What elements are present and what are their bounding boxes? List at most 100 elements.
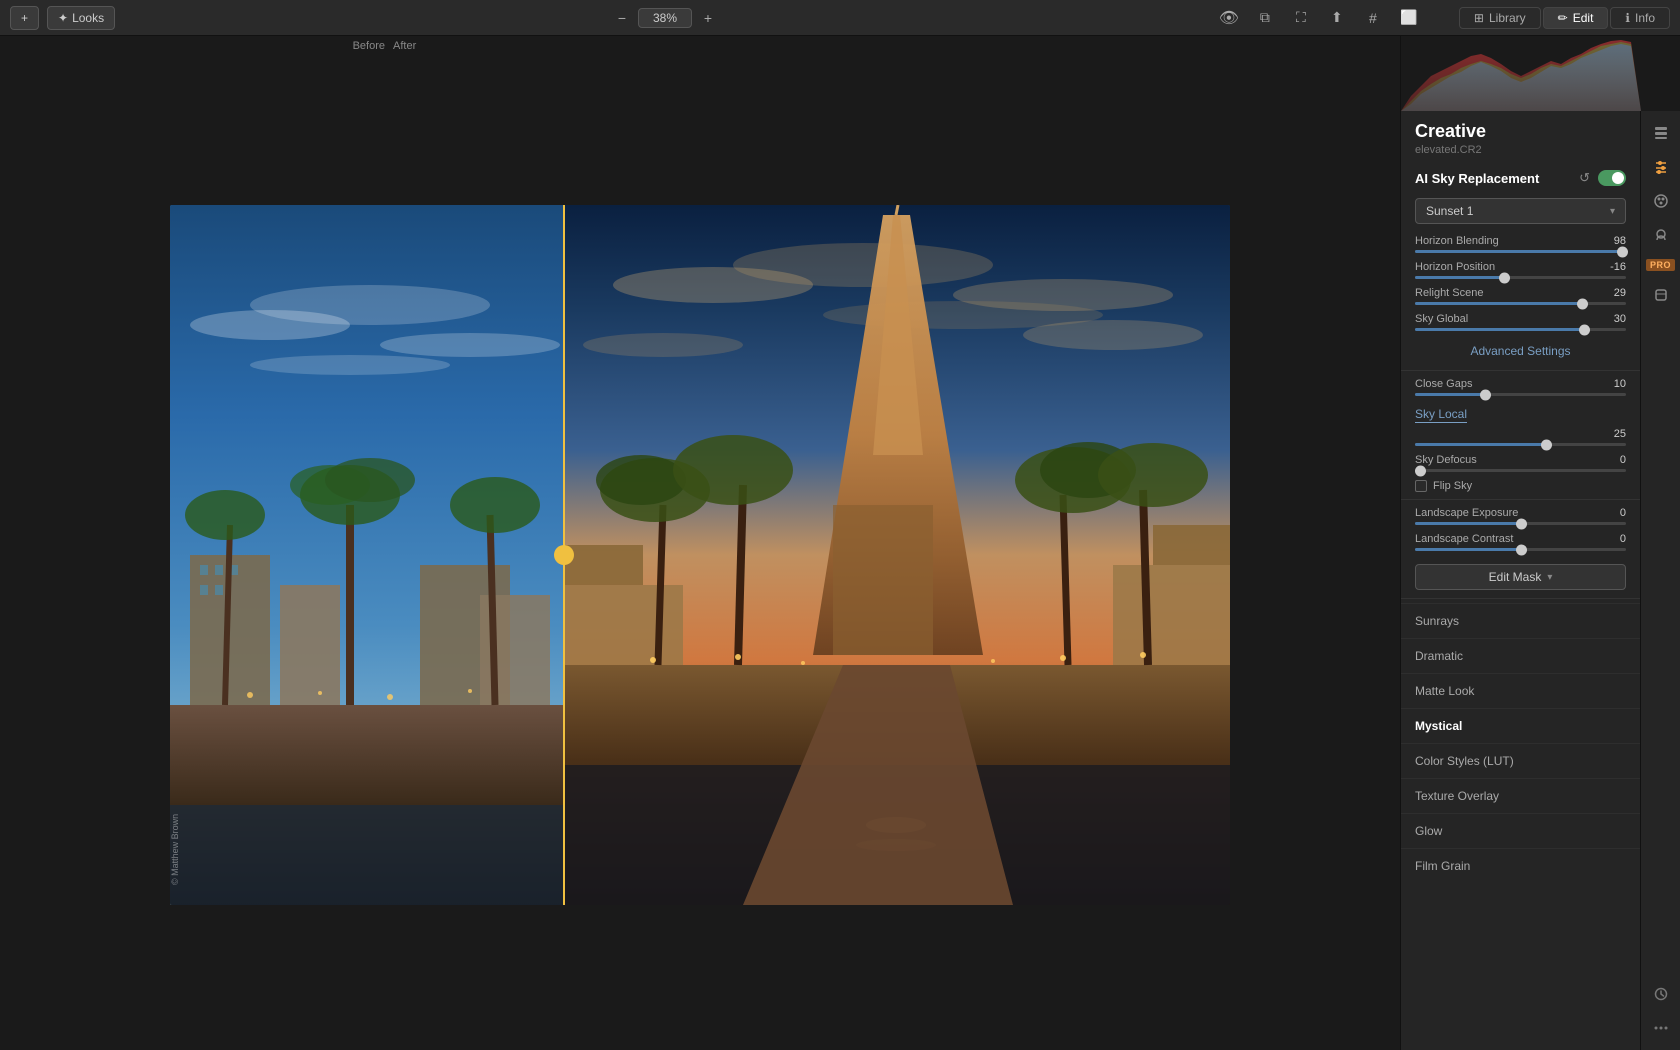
looks-icon: ✦ — [58, 11, 68, 25]
info-label: Info — [1635, 11, 1655, 25]
close-gaps-row: Close Gaps 10 — [1401, 375, 1640, 401]
sky-local-row: 25 — [1401, 425, 1640, 451]
feature-mystical[interactable]: Mystical — [1401, 708, 1640, 743]
export-button[interactable]: ⬆ — [1323, 6, 1351, 30]
library-label: Library — [1489, 11, 1526, 25]
zoom-value[interactable]: 38% — [638, 8, 692, 28]
relight-scene-row: Relight Scene 29 — [1401, 284, 1640, 310]
relight-scene-track[interactable] — [1415, 302, 1626, 305]
sunrays-label: Sunrays — [1415, 614, 1459, 628]
horizon-position-track[interactable] — [1415, 276, 1626, 279]
flip-sky-checkbox[interactable] — [1415, 480, 1427, 492]
feature-color-styles[interactable]: Color Styles (LUT) — [1401, 743, 1640, 778]
landscape-contrast-track[interactable] — [1415, 548, 1626, 551]
feature-texture-overlay[interactable]: Texture Overlay — [1401, 778, 1640, 813]
landscape-contrast-row: Landscape Contrast 0 — [1401, 530, 1640, 556]
right-panel: Creative elevated.CR2 AI Sky Replacement… — [1400, 36, 1680, 1050]
zoom-in-button[interactable]: + — [694, 6, 722, 30]
layers-icon — [1653, 125, 1669, 141]
section-header: Creative elevated.CR2 — [1401, 111, 1640, 160]
fullscreen-button[interactable]: ⬜ — [1395, 6, 1423, 30]
after-scene-svg — [563, 205, 1230, 905]
sky-local-track[interactable] — [1415, 443, 1626, 446]
sky-replacement-header: AI Sky Replacement ↺ — [1401, 160, 1640, 194]
more-icon — [1653, 1020, 1669, 1036]
reset-button[interactable]: ↺ — [1577, 168, 1592, 188]
edit-mask-button[interactable]: Edit Mask ▾ — [1415, 564, 1626, 590]
palette-icon-button[interactable] — [1647, 187, 1675, 215]
sky-preset-dropdown[interactable]: Sunset 1 ▾ — [1415, 198, 1626, 224]
sky-defocus-track[interactable] — [1415, 469, 1626, 472]
sky-defocus-value: 0 — [1601, 454, 1626, 466]
landscape-exposure-value: 0 — [1601, 507, 1626, 519]
zoom-out-button[interactable]: − — [608, 6, 636, 30]
feature-glow[interactable]: Glow — [1401, 813, 1640, 848]
feature-sunrays[interactable]: Sunrays — [1401, 603, 1640, 638]
close-gaps-value: 10 — [1601, 378, 1626, 390]
split-image[interactable]: © Matthew Brown — [170, 205, 1230, 905]
sky-global-track[interactable] — [1415, 328, 1626, 331]
horizon-blending-track[interactable] — [1415, 250, 1626, 253]
horizon-position-value: -16 — [1601, 261, 1626, 273]
feature-dramatic[interactable]: Dramatic — [1401, 638, 1640, 673]
crop-button[interactable]: ⛶ — [1287, 6, 1315, 30]
histogram-chart — [1401, 36, 1641, 111]
tab-edit[interactable]: ✏ Edit — [1543, 7, 1609, 29]
split-handle[interactable] — [554, 545, 574, 565]
sky-global-row: Sky Global 30 — [1401, 310, 1640, 336]
main-content: Before After — [0, 36, 1680, 1050]
edit-mask-arrow-icon: ▾ — [1547, 572, 1552, 583]
adjustments-icon-button[interactable] — [1647, 153, 1675, 181]
landscape-exposure-track[interactable] — [1415, 522, 1626, 525]
looks-button[interactable]: ✦ Looks — [47, 6, 115, 30]
feature-matte-look[interactable]: Matte Look — [1401, 673, 1640, 708]
close-gaps-track[interactable] — [1415, 393, 1626, 396]
dramatic-label: Dramatic — [1415, 649, 1463, 663]
tab-library[interactable]: ⊞ Library — [1459, 7, 1541, 29]
history-icon — [1653, 986, 1669, 1002]
relight-scene-value: 29 — [1601, 287, 1626, 299]
compare-button[interactable]: ⧉ — [1251, 6, 1279, 30]
history-icon-button[interactable] — [1647, 980, 1675, 1008]
image-area: Before After — [0, 36, 1400, 1050]
toolbar: + ✦ Looks − 38% + 👁 ⧉ ⛶ ⬆ # ⬜ ⊞ Library … — [0, 0, 1680, 36]
sky-local-label-container: Sky Local — [1401, 401, 1640, 425]
separator-2 — [1401, 499, 1640, 500]
more-icon-button[interactable] — [1647, 1014, 1675, 1042]
histogram-area — [1401, 36, 1680, 111]
horizon-position-row: Horizon Position -16 — [1401, 258, 1640, 284]
sky-defocus-row: Sky Defocus 0 — [1401, 451, 1640, 477]
image-after — [563, 205, 1230, 905]
nav-tabs: ⊞ Library ✏ Edit ℹ Info — [1459, 7, 1670, 29]
add-button[interactable]: + — [10, 6, 39, 30]
feature-film-grain[interactable]: Film Grain — [1401, 848, 1640, 883]
tab-info[interactable]: ℹ Info — [1610, 7, 1670, 29]
advanced-settings-button[interactable]: Advanced Settings — [1470, 344, 1570, 358]
flip-sky-label: Flip Sky — [1433, 480, 1472, 492]
split-divider[interactable] — [563, 205, 565, 905]
close-gaps-label: Close Gaps — [1415, 378, 1472, 390]
preview-button[interactable]: 👁 — [1215, 6, 1243, 30]
add-icon: + — [21, 11, 28, 25]
landscape-contrast-label: Landscape Contrast — [1415, 533, 1513, 545]
sky-toggle[interactable] — [1598, 170, 1626, 186]
sky-global-value: 30 — [1601, 313, 1626, 325]
layers-icon-button[interactable] — [1647, 119, 1675, 147]
before-after-labels: Before After — [0, 36, 1400, 60]
adjustments-icon — [1653, 159, 1669, 175]
bag-icon-button[interactable] — [1647, 281, 1675, 309]
looks-label: Looks — [72, 11, 104, 25]
sky-rep-actions: ↺ — [1577, 168, 1626, 188]
watermark: © Matthew Brown — [170, 814, 180, 885]
matte-look-label: Matte Look — [1415, 684, 1474, 698]
section-title: Creative — [1415, 121, 1626, 142]
sky-replacement-title: AI Sky Replacement — [1415, 171, 1539, 186]
sky-global-label: Sky Global — [1415, 313, 1468, 325]
texture-overlay-label: Texture Overlay — [1415, 789, 1499, 803]
keyboard-button[interactable]: # — [1359, 6, 1387, 30]
flip-sky-row: Flip Sky — [1401, 477, 1640, 495]
dropdown-arrow-icon: ▾ — [1610, 206, 1615, 217]
palette-icon — [1653, 193, 1669, 209]
edit-icon: ✏ — [1558, 11, 1568, 25]
face-icon-button[interactable] — [1647, 221, 1675, 249]
